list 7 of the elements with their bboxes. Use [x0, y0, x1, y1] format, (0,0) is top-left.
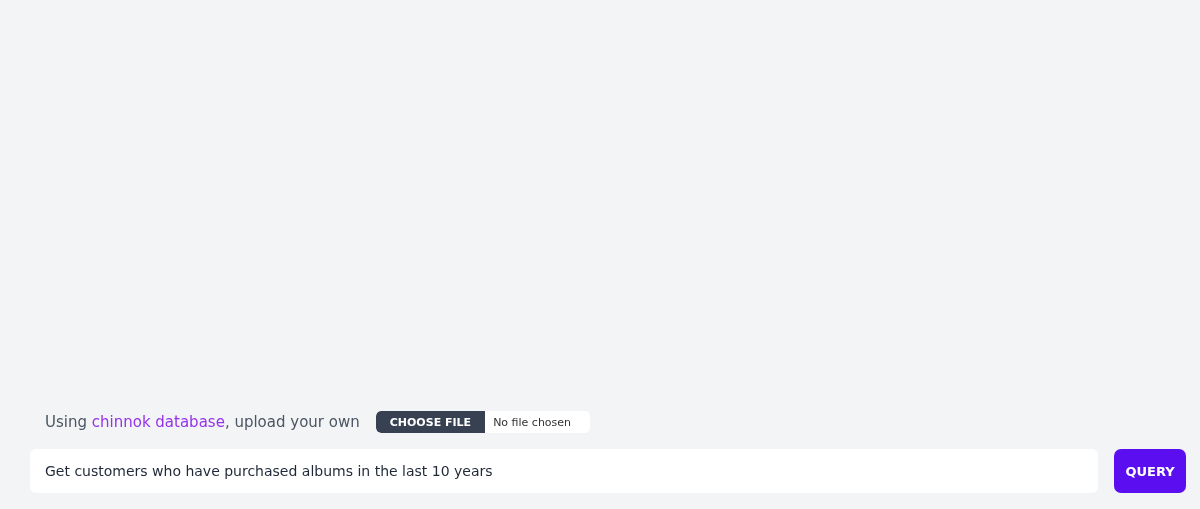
query-button[interactable]: QUERY: [1114, 449, 1186, 493]
file-status-text: No file chosen: [493, 415, 572, 429]
database-info-text: Using chinnok database, upload your own: [45, 413, 360, 431]
query-input-field[interactable]: Get customers who have purchased albums in the last 10 years: [30, 449, 1098, 493]
choose-file-button[interactable]: CHOOSE FILE: [375, 411, 486, 433]
file-picker[interactable]: CHOOSE FILE No file chosen: [375, 411, 590, 433]
database-link[interactable]: chinnok database: [91, 413, 225, 431]
